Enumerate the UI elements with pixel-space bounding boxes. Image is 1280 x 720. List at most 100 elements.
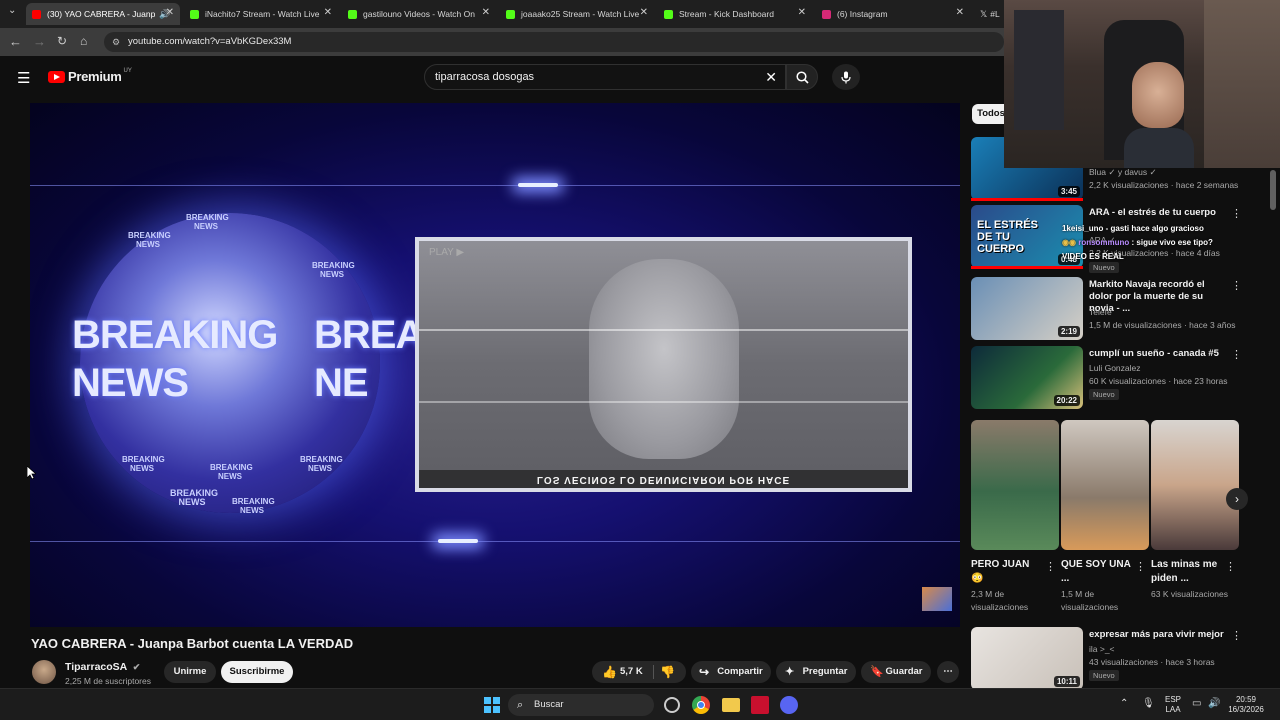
discord-icon[interactable] (780, 696, 798, 714)
language-bottom: LAA (1165, 705, 1181, 714)
shorts-next-button[interactable]: › (1226, 488, 1248, 510)
back-arrow-icon[interactable]: ← (9, 34, 22, 49)
video-thumbnail[interactable]: 2:19 (971, 277, 1083, 340)
clock[interactable]: 20:59 16/3/2026 (1222, 695, 1270, 715)
rec-title[interactable]: ARA - el estrés de tu cuerpo (1089, 207, 1229, 219)
close-tab-icon[interactable]: ✕ (482, 7, 490, 18)
share-button[interactable]: ↪ Compartir (691, 661, 771, 683)
short-views: 1,5 M de visualizaciones (1061, 589, 1119, 612)
site-info-icon[interactable]: ⚙ (112, 32, 120, 52)
recommended-video[interactable]: 10:11 expresar más para vivir mejor ila … (971, 627, 1242, 690)
ask-button[interactable]: ✦ Preguntar (776, 661, 856, 683)
tab-kick-dashboard[interactable]: Stream - Kick Dashboard ✕ (658, 3, 812, 25)
network-icon[interactable]: ▭ (1192, 698, 1201, 709)
windows-start-icon[interactable] (484, 697, 500, 713)
file-explorer-icon[interactable] (722, 698, 740, 712)
search-input-value: tiparracosa dosogas (435, 71, 535, 83)
home-icon[interactable]: ⌂ (80, 34, 87, 48)
chat-message: ◉◉ ronsommuno : sigue vivo ese tipo? (1062, 236, 1280, 250)
tab-instagram[interactable]: (6) Instagram ✕ (816, 3, 970, 25)
more-vertical-icon[interactable]: ⋮ (1045, 560, 1056, 573)
inset-caption: LOS VECINOS LO DENUNCIARON POR HACE (419, 470, 908, 488)
channel-watermark[interactable] (922, 587, 952, 611)
video-thumbnail[interactable]: 10:11 (971, 627, 1083, 690)
tab-kick-1[interactable]: iNachito7 Stream - Watch Live ✕ (184, 3, 338, 25)
share-icon: ↪ (699, 665, 710, 679)
channel-avatar[interactable] (32, 660, 56, 684)
like-count[interactable]: 5,7 K (620, 661, 643, 683)
new-badge: Nuevo (1089, 389, 1119, 400)
short-item[interactable]: QUE SOY UNA ... 1,5 M de visualizaciones… (1061, 420, 1149, 612)
short-item[interactable]: Las minas me piden ... 63 K visualizacio… (1151, 420, 1239, 599)
task-view-icon[interactable] (664, 697, 680, 713)
mouse-cursor-icon (27, 466, 36, 480)
more-vertical-icon[interactable]: ⋮ (1135, 560, 1146, 573)
tab-x[interactable]: 𝕏 #L (974, 3, 1004, 25)
short-title[interactable]: Las minas me piden ... (1151, 558, 1221, 586)
tab-youtube[interactable]: (30) YAO CABRERA - Juanp 🔊 ✕ (26, 3, 180, 25)
close-tab-icon[interactable]: ✕ (324, 7, 332, 18)
tray-chevron-up-icon[interactable]: ⌃ (1120, 698, 1128, 709)
forward-arrow-icon[interactable]: → (33, 34, 46, 49)
clear-search-icon[interactable]: ✕ (765, 65, 777, 89)
more-vertical-icon[interactable]: ⋮ (1231, 348, 1242, 361)
channel-name-text: TiparracoSA (65, 661, 127, 673)
lens-flare (438, 539, 478, 543)
more-vertical-icon[interactable]: ⋮ (1231, 207, 1242, 220)
close-tab-icon[interactable]: ✕ (956, 7, 964, 18)
video-inset-frame: PLAY ▶ LOS VECINOS LO DENUNCIARON POR HA… (415, 237, 912, 492)
search-button[interactable] (786, 64, 818, 90)
close-tab-icon[interactable]: ✕ (798, 7, 806, 18)
taskbar-search-label: Buscar (534, 699, 564, 710)
search-input[interactable]: tiparracosa dosogas ✕ (424, 64, 786, 90)
youtube-header: ☰ Premium UY tiparracosa dosogas ✕ (0, 56, 1000, 100)
chat-user: 1keisi_uno (1062, 224, 1104, 233)
save-button[interactable]: 🔖 Guardar (861, 661, 931, 683)
taskbar-search[interactable]: ⌕ Buscar (508, 694, 654, 716)
more-vertical-icon[interactable]: ⋮ (1231, 629, 1242, 642)
short-thumbnail[interactable] (971, 420, 1059, 550)
volume-icon[interactable]: 🔊 (1208, 698, 1220, 709)
dislike-icon[interactable]: 👎 (660, 661, 675, 683)
channel-name[interactable]: TiparracoSA ✔ (65, 661, 140, 673)
reload-icon[interactable]: ↻ (57, 34, 67, 48)
app-icon[interactable] (751, 696, 769, 714)
tab-label: #L (990, 9, 1000, 19)
recommended-video[interactable]: 2:19 Markito Navaja recordó el dolor por… (971, 277, 1242, 343)
rec-title[interactable]: cumplí un sueño - canada #5 (1089, 348, 1229, 360)
language-indicator[interactable]: ESP LAA (1162, 695, 1184, 715)
short-item[interactable]: PERO JUAN 😳 2,3 M de visualizaciones ⋮ (971, 420, 1059, 612)
short-title[interactable]: QUE SOY UNA ... (1061, 558, 1131, 586)
short-thumbnail[interactable] (1061, 420, 1149, 550)
video-player[interactable]: BREAKING NEWS BREA NE BREAKING NEWS BREA… (30, 103, 960, 627)
microphone-tray-icon[interactable]: 🎙 (1142, 698, 1155, 709)
join-button[interactable]: Unirme (164, 661, 216, 683)
url-field[interactable]: ⚙ youtube.com/watch?v=aVbKGDex33M (104, 32, 1004, 52)
chat-message: VIDEO ES REAL (1062, 250, 1280, 264)
rec-title[interactable]: expresar más para vivir mejor (1089, 629, 1229, 641)
more-vertical-icon[interactable]: ⋮ (1231, 279, 1242, 292)
tab-search-icon[interactable]: ⌄ (8, 5, 16, 16)
sidebar-scrollbar[interactable] (1270, 170, 1276, 210)
more-actions-button[interactable]: ⋯ (937, 661, 959, 683)
tab-kick-3[interactable]: joaaako25 Stream - Watch Live ✕ (500, 3, 654, 25)
subscribe-button[interactable]: Suscribirme (221, 661, 293, 683)
tab-label: iNachito7 Stream - Watch Live (205, 9, 320, 19)
verified-icon: ✔ (132, 662, 141, 672)
chrome-icon[interactable] (692, 696, 710, 714)
like-icon[interactable]: 👍 (602, 661, 617, 683)
close-tab-icon[interactable]: ✕ (166, 7, 174, 18)
close-tab-icon[interactable]: ✕ (640, 7, 648, 18)
rec-channel: Telefe (1089, 307, 1112, 317)
youtube-premium-logo[interactable]: Premium UY (48, 68, 132, 84)
tab-kick-2[interactable]: gastilouno Videos - Watch On ✕ (342, 3, 496, 25)
short-thumbnail[interactable] (1151, 420, 1239, 550)
video-thumbnail[interactable]: 20:22 (971, 346, 1083, 409)
more-vertical-icon[interactable]: ⋮ (1225, 560, 1236, 573)
clock-time: 20:59 (1235, 695, 1257, 704)
ask-label: Preguntar (802, 666, 848, 677)
menu-icon[interactable]: ☰ (17, 69, 30, 87)
short-title[interactable]: PERO JUAN 😳 (971, 558, 1041, 586)
recommended-video[interactable]: 20:22 cumplí un sueño - canada #5 Luli G… (971, 346, 1242, 412)
voice-search-button[interactable] (832, 64, 860, 90)
